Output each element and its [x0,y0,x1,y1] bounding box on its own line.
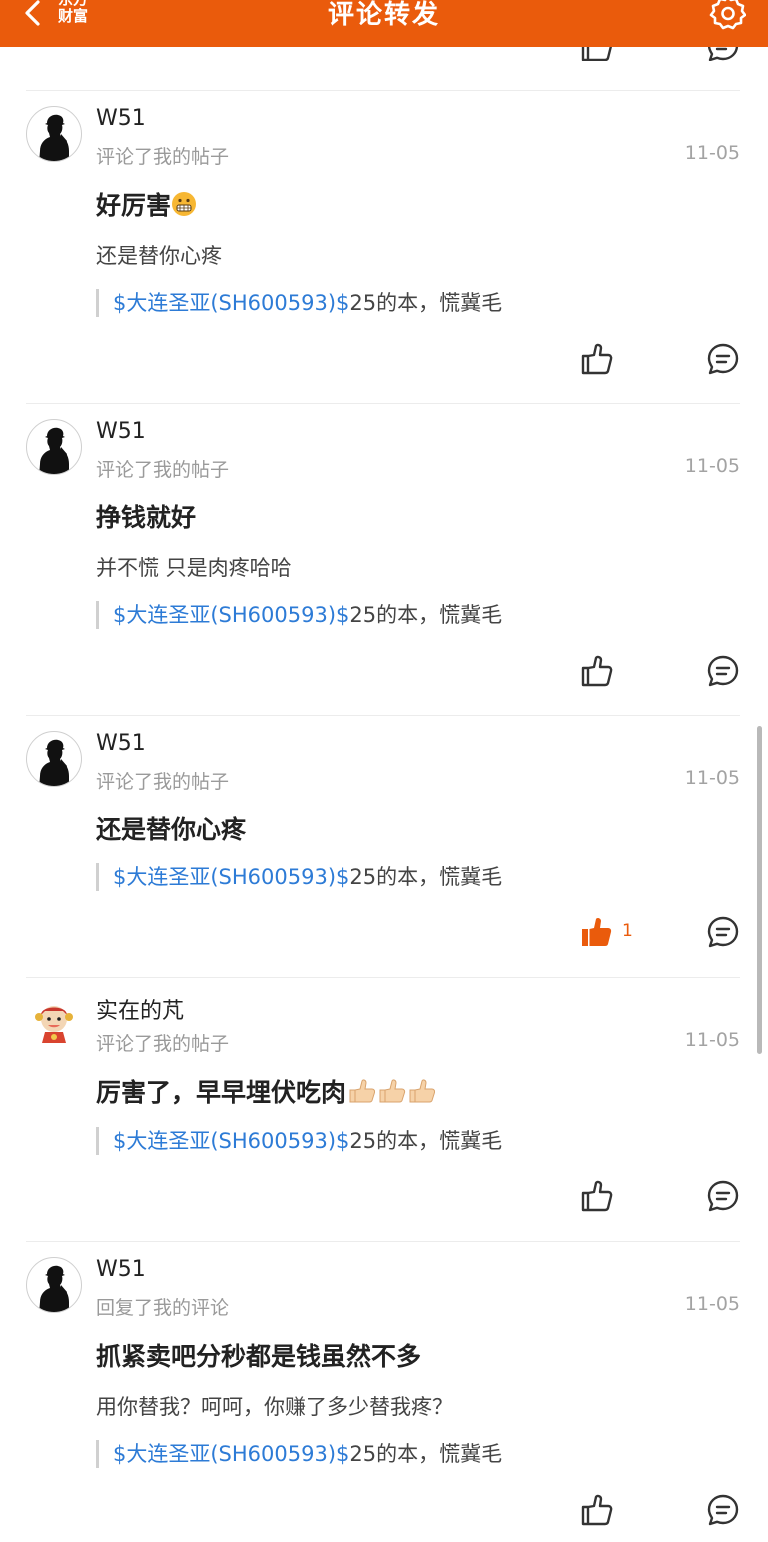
date: 11-05 [684,455,740,477]
stock-link[interactable]: $大连圣亚(SH600593)$ [113,865,349,889]
divider [26,403,740,404]
gear-icon[interactable] [708,0,747,32]
quoted-post-text: 25的本，慌冀毛 [349,291,503,315]
quoted-post-text: 25的本，慌冀毛 [349,1129,503,1153]
quoted-post-text: 25的本，慌冀毛 [349,603,503,627]
comment-text: 挣钱就好 [96,503,197,532]
avatar[interactable] [26,419,82,475]
stock-link[interactable]: $大连圣亚(SH600593)$ [113,603,349,627]
action-text: 评论了我的帖子 [96,459,230,481]
list-item[interactable]: W51 评论了我的帖子 11-05 好厉害 还是替你心疼 $大连圣亚(SH600… [0,90,768,403]
previous-item-actions [0,47,768,61]
quoted-post-text: 25的本，慌冀毛 [349,1442,503,1466]
action-text: 评论了我的帖子 [96,146,230,168]
quoted-post[interactable]: $大连圣亚(SH600593)$25的本，慌冀毛 [96,289,502,317]
top-bar: 东方 财富 评论转发 [0,0,768,47]
comment-bubble-icon[interactable] [706,47,740,61]
action-text: 评论了我的帖子 [96,771,230,793]
comment-text: 还是替你心疼 [96,815,247,844]
date: 11-05 [684,1293,740,1315]
comment-bubble-icon[interactable] [706,1179,740,1213]
divider [26,1241,740,1242]
action-text: 回复了我的评论 [96,1297,230,1319]
comment-text: 抓紧卖吧分秒都是钱虽然不多 [96,1342,422,1371]
like-count: 1 [622,921,633,941]
comment-text: 好厉害 [96,186,197,223]
username[interactable]: 实在的芃 [96,993,184,1025]
avatar[interactable] [26,993,82,1049]
username[interactable]: W51 [96,731,146,756]
avatar[interactable] [26,1257,82,1313]
date: 11-05 [684,1029,740,1051]
reply-text: 还是替你心疼 [96,244,222,268]
comment-text-body: 好厉害 [96,191,172,220]
comment-bubble-icon[interactable] [706,342,740,376]
username[interactable]: W51 [96,419,146,444]
reply-text: 用你替我？呵呵，你赚了多少替我疼？ [96,1395,453,1419]
quoted-post[interactable]: $大连圣亚(SH600593)$25的本，慌冀毛 [96,1440,502,1468]
date: 11-05 [684,767,740,789]
quoted-post[interactable]: $大连圣亚(SH600593)$25的本，慌冀毛 [96,601,502,629]
list-item[interactable]: 实在的芃 评论了我的帖子 11-05 厉害了，早早埋伏吃肉 $大连圣亚(SH60… [0,977,768,1241]
avatar[interactable] [26,731,82,787]
list-item[interactable]: W51 评论了我的帖子 11-05 挣钱就好 并不慌 只是肉疼哈哈 $大连圣亚(… [0,403,768,715]
username[interactable]: W51 [96,1257,146,1282]
thumbs-up-icon[interactable] [580,1179,614,1213]
thumbs-up-icon[interactable] [580,1493,614,1527]
thumbs-up-icon-active[interactable] [580,915,614,949]
comment-bubble-icon[interactable] [706,654,740,688]
quoted-post-text: 25的本，慌冀毛 [349,865,503,889]
scrollbar[interactable] [757,726,762,1054]
reply-text: 并不慌 只是肉疼哈哈 [96,556,292,580]
thumbs-up-emoji-icon [376,1078,406,1110]
thumbs-up-emoji-icon [346,1078,376,1110]
list-item[interactable]: W51 评论了我的帖子 11-05 还是替你心疼 $大连圣亚(SH600593)… [0,715,768,977]
divider [26,90,740,91]
stock-link[interactable]: $大连圣亚(SH600593)$ [113,1129,349,1153]
comment-text-body: 厉害了，早早埋伏吃肉 [96,1078,347,1107]
page-title: 评论转发 [327,0,440,30]
stock-link[interactable]: $大连圣亚(SH600593)$ [113,291,349,315]
thumbs-up-icon[interactable] [580,342,614,376]
thumbs-up-icon[interactable] [580,47,614,61]
thumbs-up-icon[interactable] [580,654,614,688]
date: 11-05 [684,142,740,164]
divider [26,977,740,978]
avatar[interactable] [26,106,82,162]
quoted-post[interactable]: $大连圣亚(SH600593)$25的本，慌冀毛 [96,863,502,891]
quoted-post[interactable]: $大连圣亚(SH600593)$25的本，慌冀毛 [96,1127,502,1155]
grimacing-face-icon [171,191,197,223]
action-text: 评论了我的帖子 [96,1033,230,1055]
stock-link[interactable]: $大连圣亚(SH600593)$ [113,1442,349,1466]
comment-bubble-icon[interactable] [706,1493,740,1527]
divider [26,715,740,716]
notification-list[interactable]: W51 评论了我的帖子 11-05 好厉害 还是替你心疼 $大连圣亚(SH600… [0,47,768,1542]
username[interactable]: W51 [96,106,146,131]
comment-bubble-icon[interactable] [706,915,740,949]
comment-text: 厉害了，早早埋伏吃肉 [96,1073,436,1110]
list-item[interactable]: W51 回复了我的评论 11-05 抓紧卖吧分秒都是钱虽然不多 用你替我？呵呵，… [0,1241,768,1542]
thumbs-up-emoji-icon [406,1078,436,1110]
